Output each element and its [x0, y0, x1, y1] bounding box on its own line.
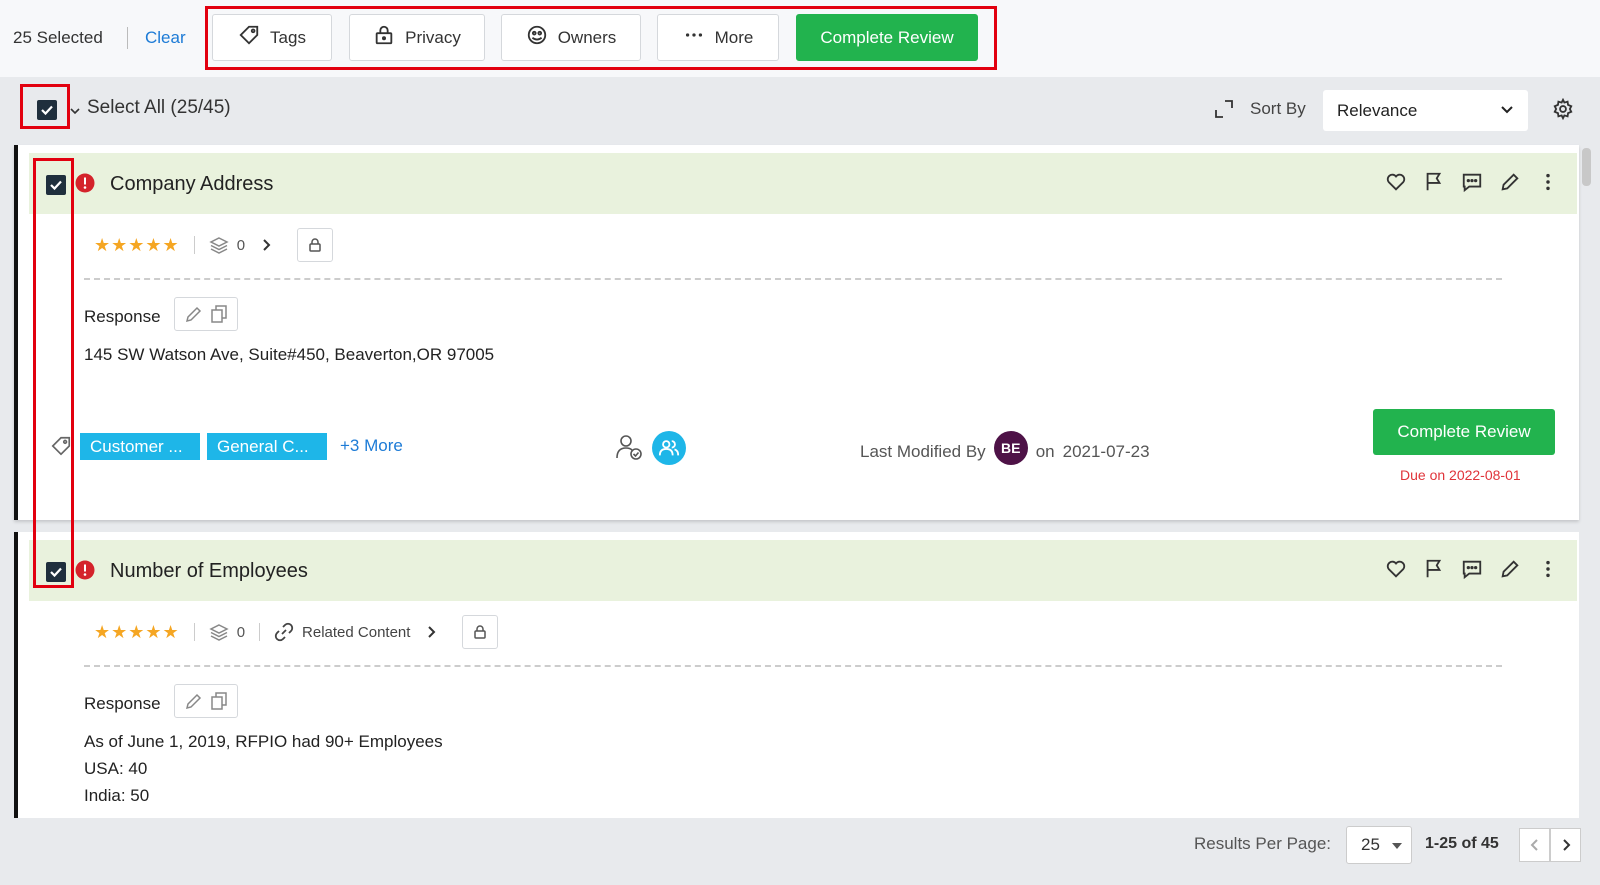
- chevron-right-icon[interactable]: [424, 625, 438, 639]
- chevron-right-icon[interactable]: [259, 238, 273, 252]
- due-date: Due on 2022-08-01: [1400, 467, 1521, 483]
- chevron-right-icon: [1562, 839, 1570, 851]
- expand-icon[interactable]: [1214, 99, 1234, 119]
- card-actions: [1385, 171, 1559, 193]
- pencil-icon[interactable]: [1499, 558, 1521, 580]
- clear-selection-link[interactable]: Clear: [145, 28, 186, 48]
- layers-icon: [209, 624, 229, 641]
- response-text: As of June 1, 2019, RFPIO had 90+ Employ…: [84, 728, 443, 809]
- divider: [127, 27, 128, 49]
- layers-icon: [209, 237, 229, 254]
- comment-icon[interactable]: [1461, 558, 1483, 580]
- card-header: Company Address: [29, 153, 1577, 214]
- card-meta-row: ★★★★★ 0: [94, 228, 334, 262]
- page-range: 1-25 of 45: [1425, 835, 1499, 852]
- users-icon: [658, 440, 680, 456]
- layer-count: 0: [236, 623, 246, 641]
- privacy-lock-button[interactable]: [462, 615, 499, 649]
- star-rating[interactable]: ★★★★★: [94, 622, 180, 643]
- divider: [193, 623, 195, 641]
- results-per-page-select[interactable]: 25: [1346, 826, 1412, 864]
- divider: [193, 236, 195, 254]
- pencil-icon[interactable]: [184, 304, 204, 324]
- heart-icon[interactable]: [1385, 558, 1407, 580]
- response-label: Response: [84, 694, 161, 713]
- related-content-link[interactable]: Related Content: [274, 622, 410, 642]
- response-line: 145 SW Watson Ave, Suite#450, Beaverton,…: [84, 345, 495, 364]
- star-rating[interactable]: ★★★★★: [94, 235, 180, 256]
- copy-icon[interactable]: [209, 304, 229, 324]
- response-line: India: 50: [84, 786, 150, 805]
- card-meta-row: ★★★★★ 0 Related Content: [94, 615, 499, 649]
- on-label: on: [1035, 442, 1055, 461]
- response-line: As of June 1, 2019, RFPIO had 90+ Employ…: [84, 732, 443, 751]
- sort-by-label: Sort By: [1250, 99, 1306, 118]
- chevron-down-icon[interactable]: [69, 105, 81, 117]
- previous-page-button[interactable]: [1519, 828, 1550, 862]
- layer-count: 0: [236, 236, 246, 254]
- tag-chip[interactable]: Customer ...: [80, 433, 200, 460]
- tag-icon: [51, 436, 71, 456]
- pencil-icon[interactable]: [1499, 171, 1521, 193]
- result-card: Number of Employees ★★★★★ 0 Related Cont…: [14, 532, 1579, 818]
- modified-date: 2021-07-23: [1062, 442, 1150, 461]
- flag-icon[interactable]: [1423, 171, 1445, 193]
- result-card: Company Address ★★★★★ 0 Response 145 SW …: [14, 145, 1579, 520]
- divider: [84, 278, 1502, 280]
- tag-chip[interactable]: General C...: [207, 433, 327, 460]
- chevron-down-icon: [1501, 106, 1513, 114]
- pencil-icon[interactable]: [184, 691, 204, 711]
- owners-avatar[interactable]: [652, 431, 686, 465]
- card-title[interactable]: Number of Employees: [110, 560, 308, 583]
- alert-icon: [75, 560, 95, 580]
- divider: [259, 623, 261, 641]
- complete-review-button[interactable]: Complete Review: [1373, 409, 1555, 455]
- comment-icon[interactable]: [1461, 171, 1483, 193]
- response-tools: [174, 684, 238, 718]
- reviewer-check-icon[interactable]: [614, 432, 644, 462]
- divider: [84, 665, 1502, 667]
- caret-down-icon: [1392, 843, 1402, 849]
- chevron-left-icon: [1530, 839, 1538, 851]
- kebab-menu-icon[interactable]: [1537, 558, 1559, 580]
- card-header: Number of Employees: [29, 540, 1577, 601]
- select-all-label: Select All (25/45): [87, 97, 231, 118]
- row-checkbox[interactable]: [46, 562, 66, 582]
- sort-value: Relevance: [1337, 100, 1418, 120]
- next-page-button[interactable]: [1550, 828, 1581, 862]
- sort-select[interactable]: Relevance: [1323, 90, 1528, 131]
- heart-icon[interactable]: [1385, 171, 1407, 193]
- response-label: Response: [84, 307, 161, 326]
- response-text: 145 SW Watson Ave, Suite#450, Beaverton,…: [84, 341, 494, 368]
- kebab-menu-icon[interactable]: [1537, 171, 1559, 193]
- last-modified: Last Modified By BE on 2021-07-23: [860, 431, 1150, 465]
- related-content-label: Related Content: [302, 623, 411, 641]
- avatar[interactable]: BE: [993, 431, 1028, 465]
- select-all-highlight-box: [20, 84, 70, 129]
- response-line: USA: 40: [84, 759, 148, 778]
- selected-count: 25 Selected: [13, 28, 103, 47]
- response-tools: [174, 297, 238, 331]
- lock-icon: [309, 238, 321, 252]
- pagination-footer: Results Per Page: 25 1-25 of 45: [0, 818, 1600, 885]
- row-checkbox[interactable]: [46, 175, 66, 195]
- last-modified-label: Last Modified By: [860, 442, 986, 461]
- copy-icon[interactable]: [209, 691, 229, 711]
- per-page-value: 25: [1361, 835, 1380, 854]
- toolbar-highlight-box: [205, 6, 997, 70]
- more-tags-link[interactable]: +3 More: [340, 436, 403, 456]
- privacy-lock-button[interactable]: [297, 228, 334, 262]
- gear-icon[interactable]: [1552, 98, 1574, 120]
- alert-icon: [75, 173, 95, 193]
- card-title[interactable]: Company Address: [110, 173, 273, 196]
- card-actions: [1385, 558, 1559, 580]
- lock-icon: [474, 625, 487, 639]
- results-per-page-label: Results Per Page:: [1194, 834, 1332, 853]
- flag-icon[interactable]: [1423, 558, 1445, 580]
- scrollbar-thumb[interactable]: [1582, 148, 1591, 186]
- link-icon: [274, 622, 294, 642]
